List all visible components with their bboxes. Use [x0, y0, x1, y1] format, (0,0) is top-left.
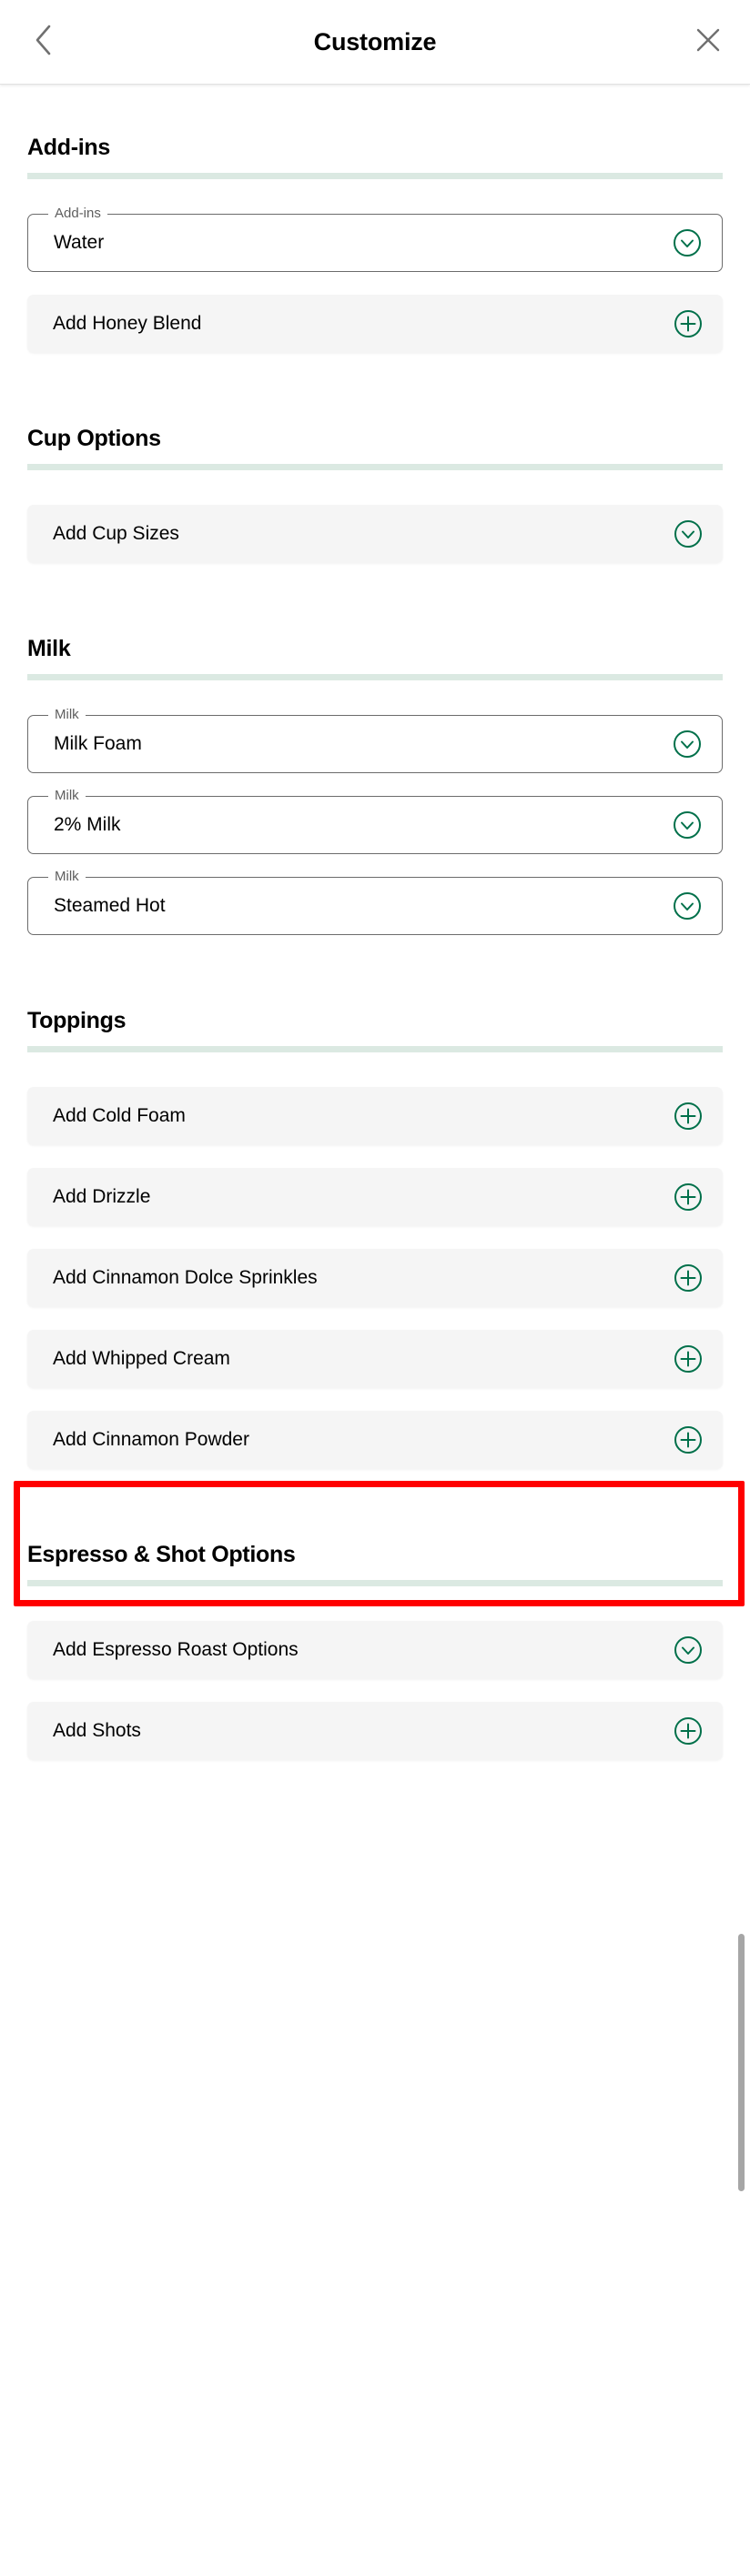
plus-circle-icon[interactable] — [674, 1425, 703, 1454]
option-row-label: Add Cinnamon Dolce Sprinkles — [53, 1267, 318, 1288]
section-divider — [27, 1046, 723, 1052]
select-field-milk-0[interactable]: Milk Milk Foam — [27, 706, 723, 773]
option-row-add-shots[interactable]: Add Shots — [27, 1702, 723, 1760]
close-button[interactable] — [686, 20, 730, 64]
plus-circle-icon[interactable] — [674, 309, 703, 338]
field-legend: Add-ins — [48, 205, 107, 223]
option-row-add-cinnamon-powder[interactable]: Add Cinnamon Powder — [27, 1411, 723, 1469]
option-row-label: Add Shots — [53, 1720, 141, 1741]
field-value: Milk Foam — [54, 733, 142, 754]
chevron-down-circle-icon[interactable] — [674, 1635, 703, 1665]
section-milk: Milk Milk Milk Foam Milk 2% Milk Milk Steamed … — [27, 563, 723, 935]
section-divider — [27, 674, 723, 680]
plus-circle-icon[interactable] — [674, 1263, 703, 1293]
chevron-left-icon — [34, 24, 54, 61]
plus-circle-icon[interactable] — [674, 1344, 703, 1374]
plus-circle-icon[interactable] — [674, 1102, 703, 1131]
field-legend: Milk — [48, 706, 86, 724]
section-divider — [27, 464, 723, 470]
option-row-add-drizzle[interactable]: Add Drizzle — [27, 1168, 723, 1226]
field-legend: Milk — [48, 868, 86, 886]
select-field-milk-1[interactable]: Milk 2% Milk — [27, 787, 723, 854]
section-title: Milk — [27, 636, 71, 661]
option-row-label: Add Whipped Cream — [53, 1348, 230, 1369]
option-row-label: Add Cinnamon Powder — [53, 1429, 249, 1450]
page-title: Customize — [313, 27, 437, 55]
select-field-milk-2[interactable]: Milk Steamed Hot — [27, 868, 723, 935]
chevron-down-circle-icon[interactable] — [673, 810, 702, 840]
app-header: Customize — [0, 0, 750, 85]
option-row-label: Add Espresso Roast Options — [53, 1639, 299, 1660]
chevron-down-circle-icon[interactable] — [674, 519, 703, 548]
plus-circle-icon[interactable] — [674, 1716, 703, 1746]
section-add-ins: Add-ins Add-ins Water Add Honey Blend — [27, 85, 723, 353]
customize-screen: Customize Add-ins Add-ins Water Add Honey B… — [0, 0, 750, 2576]
section-toppings: Toppings Add Cold Foam Add Drizzle Add Cinn… — [27, 935, 723, 1469]
option-row-add-cinnamon-dolce-sprinkles[interactable]: Add Cinnamon Dolce Sprinkles — [27, 1249, 723, 1307]
section-title: Toppings — [27, 1008, 127, 1033]
section-cup-options: Cup Options Add Cup Sizes — [27, 353, 723, 563]
option-row-add-cup-sizes[interactable]: Add Cup Sizes — [27, 505, 723, 563]
scrollbar-track[interactable] — [737, 85, 745, 2576]
section-divider — [27, 173, 723, 179]
chevron-down-circle-icon[interactable] — [673, 891, 702, 921]
scrollbar-thumb[interactable] — [738, 1934, 745, 2191]
back-button[interactable] — [22, 20, 66, 64]
field-value: Steamed Hot — [54, 895, 166, 916]
section-title: Cup Options — [27, 426, 161, 451]
option-row-add-whipped-cream[interactable]: Add Whipped Cream — [27, 1330, 723, 1388]
option-row-label: Add Honey Blend — [53, 313, 202, 334]
option-row-label: Add Cold Foam — [53, 1105, 186, 1126]
close-icon — [695, 27, 721, 57]
option-row-label: Add Drizzle — [53, 1186, 151, 1207]
chevron-down-circle-icon[interactable] — [673, 228, 702, 257]
plus-circle-icon[interactable] — [674, 1182, 703, 1212]
field-value: Water — [54, 232, 105, 253]
section-divider — [27, 1580, 723, 1586]
section-espresso-shot-options: Espresso & Shot Options Add Espresso Roas… — [27, 1469, 723, 1760]
option-row-add-honey-blend[interactable]: Add Honey Blend — [27, 295, 723, 353]
customize-content: Add-ins Add-ins Water Add Honey Blend Cup Op… — [0, 85, 750, 1760]
option-row-add-cold-foam[interactable]: Add Cold Foam — [27, 1087, 723, 1145]
section-title: Add-ins — [27, 135, 110, 160]
option-row-label: Add Cup Sizes — [53, 523, 179, 544]
field-legend: Milk — [48, 787, 86, 805]
field-value: 2% Milk — [54, 814, 121, 835]
section-title: Espresso & Shot Options — [27, 1542, 296, 1567]
option-row-add-espresso-roast-options[interactable]: Add Espresso Roast Options — [27, 1621, 723, 1679]
select-field-add-ins-0[interactable]: Add-ins Water — [27, 205, 723, 272]
chevron-down-circle-icon[interactable] — [673, 730, 702, 759]
